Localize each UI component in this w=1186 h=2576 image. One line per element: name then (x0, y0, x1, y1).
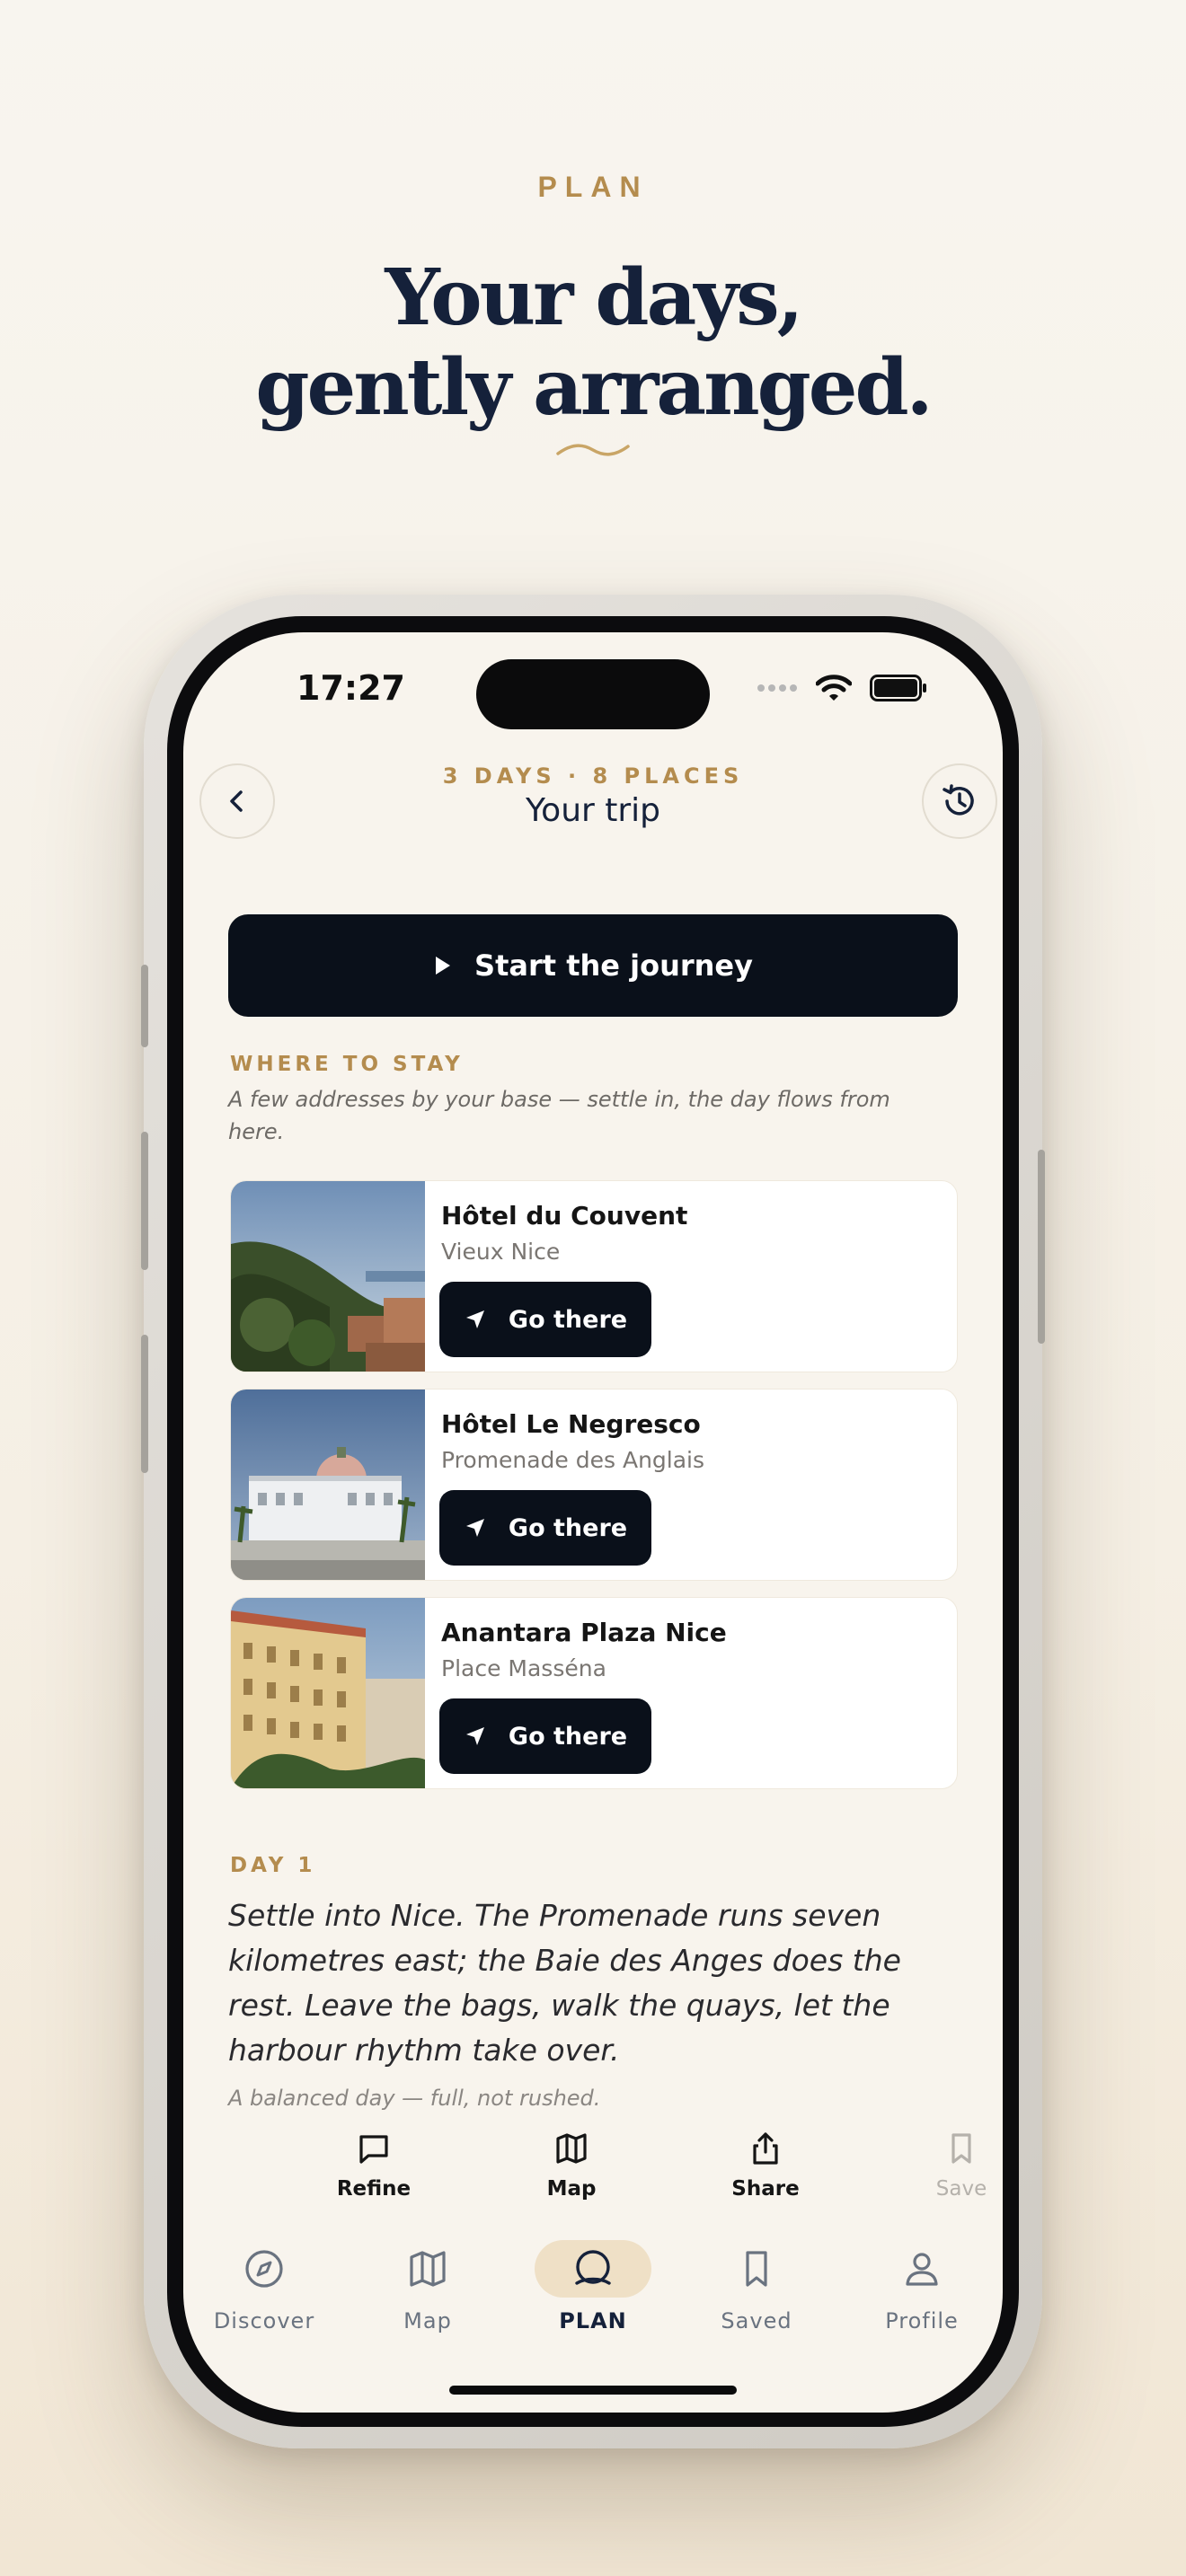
hotel-name: Anantara Plaza Nice (441, 1618, 727, 1647)
status-icons (757, 674, 927, 702)
refine-label: Refine (336, 2177, 412, 2201)
go-there-button[interactable]: Go there (439, 1282, 651, 1357)
tab-discover[interactable]: Discover (183, 2240, 345, 2333)
signal-icon (757, 684, 797, 692)
go-there-button[interactable]: Go there (439, 1698, 651, 1774)
where-to-stay-label: WHERE TO STAY (230, 1053, 464, 1076)
save-label: Save (935, 2177, 987, 2201)
share-icon (753, 2132, 778, 2165)
hotel-name: Hôtel Le Negresco (441, 1409, 701, 1439)
hotel-photo (231, 1389, 425, 1580)
tab-map[interactable]: Map (347, 2240, 509, 2333)
history-icon (943, 784, 974, 816)
navigation-arrow-icon (465, 1727, 484, 1745)
wifi-icon (816, 675, 852, 701)
tab-profile[interactable]: Profile (841, 2240, 1003, 2333)
tab-map-label: Map (403, 2308, 452, 2333)
hotel-card[interactable]: Hôtel du Couvent Vieux Nice Go there (230, 1180, 958, 1372)
go-there-label: Go there (508, 1305, 628, 1334)
where-to-stay-subtitle: A few addresses by your base — settle in… (228, 1087, 890, 1144)
start-journey-button[interactable]: Start the journey (228, 914, 958, 1017)
squiggle-decoration (556, 444, 630, 456)
map-action[interactable]: Map (500, 2130, 643, 2201)
bookmark-icon (951, 2133, 971, 2164)
share-action[interactable]: Share (694, 2130, 837, 2201)
map-icon (556, 2133, 587, 2164)
map-label: Map (546, 2177, 597, 2201)
tab-plan[interactable]: PLAN (512, 2240, 674, 2333)
phone-volume-up (141, 1132, 148, 1270)
day-note: A balanced day — full, not rushed. (228, 2086, 601, 2111)
compass-icon (245, 2250, 283, 2288)
hotel-photo (231, 1598, 425, 1788)
navigation-arrow-icon (465, 1519, 484, 1537)
go-there-label: Go there (508, 1722, 628, 1751)
bookmark-icon (746, 2251, 767, 2287)
map-icon (410, 2251, 446, 2287)
plan-icon (575, 2250, 611, 2285)
tab-profile-label: Profile (885, 2308, 959, 2333)
go-there-button[interactable]: Go there (439, 1490, 651, 1566)
phone-volume-down (141, 1335, 148, 1473)
phone-power-button (1038, 1150, 1045, 1344)
refine-action[interactable]: Refine (302, 2130, 446, 2201)
hotel-photo (231, 1181, 425, 1372)
start-journey-label: Start the journey (474, 948, 753, 983)
chat-icon (359, 2135, 388, 2164)
go-there-label: Go there (508, 1513, 628, 1542)
navigation-arrow-icon (465, 1310, 484, 1328)
hero-title-line-1: Your days, (385, 252, 803, 343)
user-icon (906, 2253, 938, 2286)
save-action[interactable]: Save (890, 2130, 1003, 2201)
trip-meta: 3 DAYS · 8 PLACES (442, 763, 744, 789)
share-label: Share (731, 2177, 800, 2201)
hotel-card[interactable]: Hôtel Le Negresco Promenade des Anglais … (230, 1389, 958, 1581)
day-description: Settle into Nice. The Promenade runs sev… (228, 1898, 901, 2068)
history-button[interactable] (922, 763, 997, 839)
hero-eyebrow: PLAN (537, 171, 649, 203)
home-indicator[interactable] (449, 2386, 737, 2395)
phone-screen: 17:27 3 DAYS · 8 PLACES Your trip Start … (183, 632, 1003, 2413)
battery-icon (870, 675, 926, 701)
tab-saved[interactable]: Saved (676, 2240, 837, 2333)
hotel-name: Hôtel du Couvent (441, 1201, 688, 1231)
tab-discover-label: Discover (213, 2308, 315, 2333)
hotel-card[interactable]: Anantara Plaza Nice Place Masséna Go the… (230, 1597, 958, 1789)
phone-action-button (141, 965, 148, 1047)
tab-plan-label: PLAN (559, 2308, 627, 2333)
page-title: Your trip (525, 792, 661, 829)
hotel-area: Vieux Nice (441, 1239, 561, 1265)
status-time: 17:27 (296, 668, 405, 708)
play-icon (436, 957, 451, 975)
hotel-area: Place Masséna (441, 1655, 606, 1681)
dynamic-island (476, 659, 710, 729)
tab-saved-label: Saved (721, 2308, 792, 2333)
hero-title-line-2: gently arranged. (255, 342, 933, 433)
day-label: DAY 1 (230, 1854, 316, 1877)
hotel-area: Promenade des Anglais (441, 1447, 705, 1473)
